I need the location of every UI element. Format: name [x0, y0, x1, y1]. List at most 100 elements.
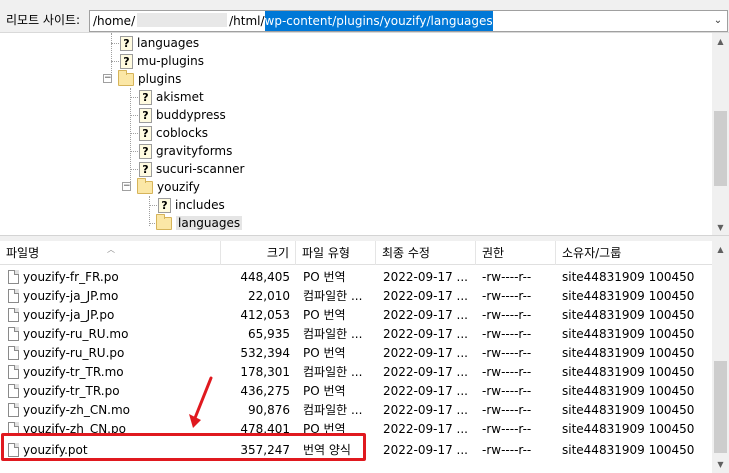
chevron-down-icon[interactable]: ⌄ — [711, 13, 725, 29]
file-permissions: -rw----r-- — [482, 443, 532, 457]
column-header-type[interactable]: 파일 유형 — [296, 241, 376, 265]
file-row[interactable]: youzify-ja_JP.po 412,053 PO 번역 2022-09-17 .… — [0, 306, 712, 325]
file-name: youzify-fr_FR.po — [23, 270, 119, 284]
file-type: 컴파일한 ... — [303, 403, 363, 417]
file-icon — [8, 289, 19, 303]
file-size: 65,935 — [248, 327, 290, 341]
file-owner: site44831909 100450 — [562, 422, 695, 436]
file-permissions: -rw----r-- — [482, 327, 532, 341]
tree-item-languages-selected[interactable]: languages — [156, 213, 243, 232]
file-list-scrollbar[interactable]: ▲ ▼ — [712, 241, 729, 473]
file-permissions: -rw----r-- — [482, 365, 532, 379]
file-type: PO 번역 — [303, 308, 346, 322]
unknown-folder-icon: ? — [158, 197, 171, 213]
file-row[interactable]: youzify-ru_RU.po 532,394 PO 번역 2022-09-17 .… — [0, 344, 712, 363]
file-modified: 2022-09-17 ... — [383, 422, 468, 436]
tree-item-label: plugins — [138, 72, 182, 86]
unknown-folder-icon: ? — [139, 143, 152, 159]
file-owner: site44831909 100450 — [562, 384, 695, 398]
file-modified: 2022-09-17 ... — [383, 270, 468, 284]
file-size: 412,053 — [240, 308, 290, 322]
file-modified: 2022-09-17 ... — [383, 365, 468, 379]
tree-connector — [149, 196, 150, 226]
tree-item-gravityforms[interactable]: ? gravityforms — [139, 142, 232, 160]
file-row[interactable]: youzify-tr_TR.mo 178,301 컴파일한 ... 2022-09-1… — [0, 363, 712, 382]
column-header-permissions[interactable]: 권한 — [476, 241, 556, 265]
scroll-down-icon[interactable]: ▼ — [712, 456, 729, 473]
file-permissions: -rw----r-- — [482, 346, 532, 360]
file-modified: 2022-09-17 ... — [383, 308, 468, 322]
file-name: youzify-ja_JP.po — [23, 308, 115, 322]
tree-connector — [130, 133, 138, 134]
remote-directory-tree: − − ? languages ? mu-plugins plugins ? a… — [0, 33, 729, 236]
tree-item-label: sucuri-scanner — [156, 162, 245, 176]
unknown-folder-icon: ? — [120, 35, 133, 51]
scroll-up-icon[interactable]: ▲ — [712, 33, 729, 50]
tree-scrollbar-thumb[interactable] — [714, 111, 727, 186]
file-row[interactable]: youzify-ru_RU.mo 65,935 컴파일한 ... 2022-09-17… — [0, 325, 712, 344]
file-icon — [8, 365, 19, 379]
file-icon — [8, 327, 19, 341]
tree-connector — [130, 115, 138, 116]
unknown-folder-icon: ? — [139, 89, 152, 105]
tree-item-mu-plugins[interactable]: ? mu-plugins — [120, 52, 204, 70]
column-header-owner[interactable]: 소유자/그룹 — [556, 241, 712, 265]
tree-scrollbar[interactable]: ▲ ▼ — [712, 33, 729, 235]
file-modified: 2022-09-17 ... — [383, 327, 468, 341]
file-icon — [8, 403, 19, 417]
file-row[interactable]: youzify-fr_FR.po 448,405 PO 번역 2022-09-17 .… — [0, 268, 712, 287]
file-size: 90,876 — [248, 403, 290, 417]
tree-item-label: gravityforms — [156, 144, 233, 158]
file-name: youzify-ru_RU.po — [23, 346, 125, 360]
file-owner: site44831909 100450 — [562, 327, 695, 341]
tree-connector — [130, 169, 138, 170]
column-header-modified[interactable]: 최종 수정 — [376, 241, 476, 265]
tree-connector — [111, 43, 119, 44]
file-permissions: -rw----r-- — [482, 422, 532, 436]
tree-item-sucuri-scanner[interactable]: ? sucuri-scanner — [139, 160, 244, 178]
tree-item-label: youzify — [157, 180, 200, 194]
tree-item-akismet[interactable]: ? akismet — [139, 88, 204, 106]
file-modified: 2022-09-17 ... — [383, 346, 468, 360]
file-size: 178,301 — [240, 365, 290, 379]
highlight-box — [1, 433, 366, 461]
tree-item-languages[interactable]: ? languages — [120, 34, 199, 52]
remote-site-bar: 리모트 사이트: /home/ /html/wp-content/plugins/… — [0, 0, 729, 33]
tree-item-plugins[interactable]: plugins — [118, 69, 182, 88]
remote-path-input[interactable]: /home/ /html/wp-content/plugins/youzify/l… — [89, 10, 728, 32]
annotation-arrow-icon — [189, 376, 213, 428]
file-type: 컴파일한 ... — [303, 327, 363, 341]
folder-icon — [137, 177, 153, 194]
tree-item-label: mu-plugins — [137, 54, 204, 68]
tree-item-coblocks[interactable]: ? coblocks — [139, 124, 208, 142]
file-type: PO 번역 — [303, 346, 346, 360]
file-permissions: -rw----r-- — [482, 308, 532, 322]
unknown-folder-icon: ? — [139, 107, 152, 123]
collapse-toggle-plugins[interactable]: − — [103, 74, 112, 83]
file-row[interactable]: youzify-tr_TR.po 436,275 PO 번역 2022-09-17 .… — [0, 382, 712, 401]
scroll-down-icon[interactable]: ▼ — [712, 219, 729, 235]
file-row[interactable]: youzify-zh_CN.mo 90,876 컴파일한 ... 2022-09-17… — [0, 401, 712, 420]
collapse-toggle-youzify[interactable]: − — [122, 182, 131, 191]
tree-item-label: languages — [137, 36, 200, 50]
scroll-up-icon[interactable]: ▲ — [712, 241, 729, 258]
file-owner: site44831909 100450 — [562, 270, 695, 284]
file-name: youzify-ru_RU.mo — [23, 327, 129, 341]
file-owner: site44831909 100450 — [562, 308, 695, 322]
file-owner: site44831909 100450 — [562, 443, 695, 457]
tree-item-buddypress[interactable]: ? buddypress — [139, 106, 226, 124]
file-size: 448,405 — [240, 270, 290, 284]
tree-connector — [130, 151, 138, 152]
file-modified: 2022-09-17 ... — [383, 289, 468, 303]
file-type: PO 번역 — [303, 384, 346, 398]
file-list-scrollbar-thumb[interactable] — [714, 361, 727, 453]
file-name: youzify-ja_JP.mo — [23, 289, 119, 303]
file-row[interactable]: youzify-ja_JP.mo 22,010 컴파일한 ... 2022-09-17… — [0, 287, 712, 306]
tree-connector — [130, 97, 138, 98]
column-header-size[interactable]: 크기 — [221, 241, 296, 265]
file-icon — [8, 308, 19, 322]
tree-item-youzify[interactable]: youzify — [137, 177, 200, 196]
tree-item-includes[interactable]: ? includes — [158, 196, 225, 214]
column-header-name[interactable]: 파일명 ︿ — [0, 241, 221, 265]
unknown-folder-icon: ? — [120, 53, 133, 69]
